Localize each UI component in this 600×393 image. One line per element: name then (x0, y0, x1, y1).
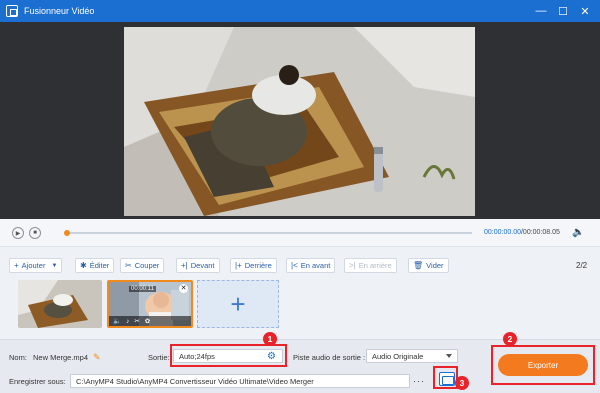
clip-2-duration: 00:00:11 (129, 286, 156, 292)
video-frame-image (124, 27, 475, 216)
chevron-down-icon (446, 354, 452, 358)
volume-icon: 🔈 (572, 227, 585, 238)
file-name: New Merge.mp4 (33, 353, 89, 362)
cut-label: Couper (134, 261, 160, 270)
browse-button[interactable]: ··· (410, 374, 428, 388)
maximize-icon: ☐ (558, 5, 568, 18)
stop-button[interactable]: ■ (29, 227, 41, 239)
edit-button[interactable]: ✱ Éditer (75, 258, 115, 273)
seek-handle[interactable] (64, 230, 70, 236)
window-title: Fusionneur Vidéo (24, 6, 95, 16)
playback-bar: ▶ ■ 00:00:00.00/00:00:08.05 🔈 (0, 219, 600, 247)
highlight-box-folder (433, 366, 458, 389)
edit-label: Éditer (89, 261, 110, 270)
add-clip-tile[interactable]: + (197, 280, 279, 328)
close-icon: ✕ (580, 5, 590, 18)
backward-button[interactable]: >| En arrière (344, 258, 397, 273)
add-label: Ajouter (21, 261, 46, 270)
clip-1-image (18, 280, 102, 328)
output-label: Sortie: (148, 353, 170, 362)
clip-toolbar: + Ajouter ▼ ✱ Éditer ✂ Couper +| Devant … (0, 258, 600, 274)
add-button[interactable]: + Ajouter ▼ (9, 258, 63, 273)
chevron-down-icon: ▼ (51, 262, 58, 269)
seek-slider[interactable] (64, 230, 472, 236)
cut-button[interactable]: ✂ Couper (120, 258, 165, 273)
audio-track-value: Audio Originale (372, 351, 424, 361)
before-button[interactable]: +| Devant (176, 258, 220, 273)
forward-label: En avant (300, 261, 331, 270)
maximize-button[interactable]: ☐ (552, 0, 574, 22)
video-player (0, 22, 600, 219)
volume-button[interactable]: 🔈 (572, 227, 584, 238)
name-label: Nom: (9, 353, 27, 362)
minimize-icon: — (535, 5, 547, 17)
close-button[interactable]: ✕ (574, 0, 596, 22)
app-icon (6, 5, 18, 17)
move-forward-icon: |< (291, 261, 298, 270)
clear-button[interactable]: 🗑 Vider (408, 258, 449, 273)
video-preview (124, 27, 475, 216)
backward-label: En arrière (358, 261, 392, 270)
audio-wave-icon[interactable]: ♪ (126, 318, 129, 325)
save-path-field[interactable]: C:\AnyMP4 Studio\AnyMP4 Convertisseur Vi… (70, 374, 410, 388)
scissors-icon[interactable]: ✂ (134, 317, 139, 325)
pencil-icon[interactable]: ✎ (93, 352, 101, 363)
effects-icon[interactable]: ✿ (145, 317, 150, 325)
time-readout: 00:00:00.00/00:00:08.05 (484, 229, 560, 236)
step-marker-3: 3 (455, 376, 469, 390)
before-label: Devant (190, 261, 215, 270)
stop-icon: ■ (33, 230, 37, 236)
page-indicator: 2/2 (576, 261, 588, 270)
play-icon: ▶ (15, 230, 21, 237)
move-backward-icon: >| (349, 261, 356, 270)
scissors-icon: ✂ (125, 261, 132, 270)
after-button[interactable]: |+ Derrière (230, 258, 277, 273)
highlight-box-output (170, 344, 287, 367)
step-marker-2: 2 (503, 332, 517, 346)
highlight-box-export (491, 345, 595, 385)
clip-2-actions: 🔈 ♪ ✂ ✿ (109, 316, 191, 326)
title-bar: Fusionneur Vidéo — ☐ ✕ (0, 0, 600, 22)
insert-before-icon: +| (181, 261, 188, 270)
magic-wand-icon: ✱ (80, 261, 87, 270)
plus-icon: + (230, 288, 246, 319)
save-as-label: Enregistrer sous: (9, 377, 66, 386)
clip-thumbnail-2[interactable]: 00:00:11 ✕ 🔈 ♪ ✂ ✿ (107, 280, 193, 328)
forward-button[interactable]: |< En avant (286, 258, 336, 273)
plus-icon: + (14, 261, 19, 270)
save-path-value: C:\AnyMP4 Studio\AnyMP4 Convertisseur Vi… (76, 376, 314, 386)
minimize-button[interactable]: — (530, 0, 552, 22)
trash-icon: 🗑 (413, 261, 424, 270)
clip-thumbnail-1[interactable] (18, 280, 102, 328)
current-time: 00:00:00.00 (484, 229, 521, 236)
clear-label: Vider (426, 261, 444, 270)
remove-clip-button[interactable]: ✕ (179, 284, 188, 293)
play-button[interactable]: ▶ (12, 227, 24, 239)
clip-strip: 00:00:11 ✕ 🔈 ♪ ✂ ✿ + (0, 280, 600, 332)
total-time: /00:00:08.05 (520, 229, 560, 236)
step-marker-1: 1 (263, 332, 277, 346)
close-icon: ✕ (180, 285, 187, 292)
insert-after-icon: |+ (235, 261, 242, 270)
after-label: Derrière (244, 261, 272, 270)
audio-track-label: Piste audio de sortie : (293, 353, 366, 362)
volume-icon[interactable]: 🔈 (113, 317, 121, 325)
audio-track-select[interactable]: Audio Originale (366, 349, 458, 363)
